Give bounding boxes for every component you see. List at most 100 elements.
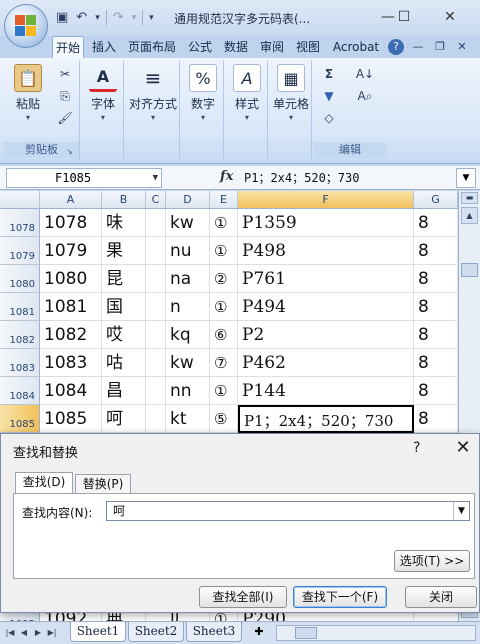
tab-review[interactable]: 审阅 (256, 36, 288, 58)
table-cell[interactable]: P144 (238, 377, 414, 405)
table-cell[interactable] (146, 349, 166, 377)
autosum-icon[interactable]: Σ (320, 66, 338, 82)
clipboard-launcher-icon[interactable]: ↘ (66, 147, 76, 157)
table-cell[interactable]: 8 (414, 405, 458, 433)
table-cell[interactable]: ⑥ (210, 321, 238, 349)
table-cell[interactable]: kt (166, 405, 210, 433)
row-header[interactable]: 1080 (0, 265, 40, 293)
options-button[interactable]: 选项(T) >> (394, 550, 470, 572)
tab-insert[interactable]: 插入 (88, 36, 120, 58)
vertical-scroll-thumb[interactable] (461, 263, 478, 277)
column-header-b[interactable]: B (102, 191, 146, 209)
customize-qat-icon[interactable]: ▾ (147, 9, 156, 27)
table-cell[interactable]: 国 (102, 293, 146, 321)
find-what-input[interactable]: 呵 ▼ (106, 501, 470, 521)
table-cell[interactable]: 8 (414, 349, 458, 377)
format-painter-icon[interactable]: 🖌 (56, 110, 74, 126)
table-cell[interactable]: ⑤ (210, 405, 238, 433)
copy-icon[interactable]: ⎘ (56, 88, 74, 104)
ribbon-close-button[interactable]: ✕ (454, 39, 470, 55)
table-cell[interactable]: 1078 (40, 209, 102, 237)
table-cell[interactable]: 1083 (40, 349, 102, 377)
find-select-icon[interactable]: A⌕ (352, 88, 378, 104)
table-cell[interactable] (146, 293, 166, 321)
insert-sheet-icon[interactable]: ✚ (250, 624, 268, 640)
table-cell[interactable]: 1082 (40, 321, 102, 349)
column-header-a[interactable]: A (40, 191, 102, 209)
column-header-c[interactable]: C (146, 191, 166, 209)
undo-icon[interactable]: ↶ (74, 9, 89, 27)
table-cell[interactable]: 哎 (102, 321, 146, 349)
insert-function-icon[interactable]: fx (220, 169, 233, 184)
table-cell[interactable]: ① (210, 293, 238, 321)
table-cell[interactable]: 8 (414, 209, 458, 237)
tab-acrobat[interactable]: Acrobat (328, 36, 384, 58)
clear-icon[interactable]: ◇ (320, 110, 338, 126)
table-cell[interactable]: 咕 (102, 349, 146, 377)
scroll-up-icon[interactable]: ▲ (461, 207, 478, 224)
cut-icon[interactable]: ✂ (56, 66, 74, 82)
row-header[interactable]: 1078 (0, 209, 40, 237)
close-dialog-button[interactable]: 关闭 (405, 586, 477, 608)
table-cell[interactable]: 昆 (102, 265, 146, 293)
dialog-help-icon[interactable]: ? (413, 440, 420, 456)
table-cell[interactable]: ① (210, 377, 238, 405)
table-cell[interactable]: n (166, 293, 210, 321)
undo-dropdown-icon[interactable]: ▾ (93, 9, 102, 27)
table-cell[interactable]: 8 (414, 237, 458, 265)
number-button[interactable]: % 数字 ▾ (186, 64, 220, 122)
row-header[interactable]: 1084 (0, 377, 40, 405)
maximize-button[interactable]: ☐ (388, 6, 420, 28)
table-cell[interactable]: kw (166, 349, 210, 377)
active-cell[interactable]: P1；2x4；520；730 (238, 405, 414, 433)
table-cell[interactable]: 呵 (102, 405, 146, 433)
table-cell[interactable]: P498 (238, 237, 414, 265)
split-handle-icon[interactable]: ▬ (461, 192, 478, 204)
formula-input[interactable]: P1；2x4；520；730 (244, 168, 454, 188)
alignment-button[interactable]: ≡ 对齐方式 ▾ (128, 64, 178, 122)
table-cell[interactable]: 8 (414, 265, 458, 293)
table-cell[interactable]: 1079 (40, 237, 102, 265)
row-header[interactable]: 1082 (0, 321, 40, 349)
first-sheet-icon[interactable]: |◀ (4, 626, 16, 640)
table-cell[interactable]: 1081 (40, 293, 102, 321)
help-icon[interactable]: ? (388, 39, 404, 55)
prev-sheet-icon[interactable]: ◀ (18, 626, 30, 640)
table-cell[interactable] (146, 265, 166, 293)
table-cell[interactable]: kw (166, 209, 210, 237)
font-button[interactable]: A 字体 ▾ (86, 64, 120, 122)
tab-formulas[interactable]: 公式 (184, 36, 216, 58)
row-header[interactable]: 1083 (0, 349, 40, 377)
table-cell[interactable] (146, 405, 166, 433)
paste-button[interactable]: 📋 粘贴 ▾ (10, 64, 46, 122)
table-cell[interactable]: P462 (238, 349, 414, 377)
fill-icon[interactable]: ▼ (320, 88, 338, 104)
horizontal-scrollbar[interactable] (276, 625, 476, 641)
tab-replace[interactable]: 替换(P) (75, 474, 131, 494)
table-cell[interactable]: 果 (102, 237, 146, 265)
table-cell[interactable]: ② (210, 265, 238, 293)
select-all-corner[interactable] (0, 191, 40, 209)
table-cell[interactable]: nu (166, 237, 210, 265)
ribbon-restore-button[interactable]: ❐ (432, 39, 448, 55)
tab-find[interactable]: 查找(D) (15, 472, 73, 494)
dialog-close-icon[interactable]: ✕ (451, 437, 475, 459)
row-header[interactable]: 1079 (0, 237, 40, 265)
row-header[interactable]: 1085 (0, 405, 40, 433)
table-cell[interactable] (146, 321, 166, 349)
sort-filter-icon[interactable]: A↓ (352, 66, 378, 82)
table-cell[interactable]: 8 (414, 293, 458, 321)
table-cell[interactable]: ⑦ (210, 349, 238, 377)
table-cell[interactable]: kq (166, 321, 210, 349)
name-box[interactable]: F1085 ▼ (6, 168, 162, 188)
table-cell[interactable]: P2 (238, 321, 414, 349)
sheet-tab-sheet2[interactable]: Sheet2 (128, 622, 184, 642)
table-cell[interactable] (146, 209, 166, 237)
table-cell[interactable]: na (166, 265, 210, 293)
last-sheet-icon[interactable]: ▶| (46, 626, 58, 640)
table-cell[interactable]: 1080 (40, 265, 102, 293)
table-cell[interactable]: 味 (102, 209, 146, 237)
tab-view[interactable]: 视图 (292, 36, 324, 58)
table-cell[interactable]: 1084 (40, 377, 102, 405)
save-icon[interactable]: ▣ (54, 9, 70, 27)
